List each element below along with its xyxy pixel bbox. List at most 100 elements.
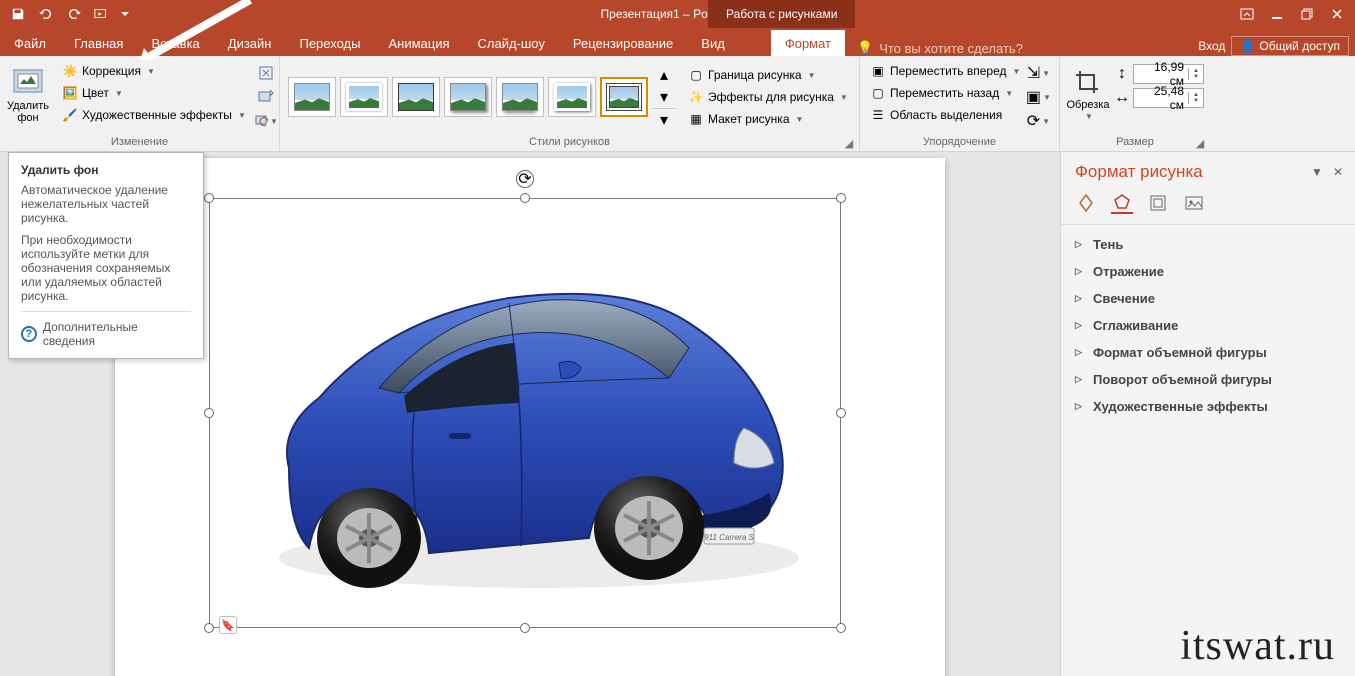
resize-handle-ne[interactable] (836, 193, 846, 203)
styles-more-button[interactable]: ▾ (652, 108, 676, 130)
section-soft-edges[interactable]: ▷Сглаживание (1061, 312, 1355, 339)
resize-handle-n[interactable] (520, 193, 530, 203)
artistic-icon: 🖌️ (62, 107, 78, 123)
size-properties-icon[interactable] (1147, 192, 1169, 214)
artistic-effects-button[interactable]: 🖌️ Художественные эффекты▼ (58, 104, 250, 126)
section-3d-format[interactable]: ▷Формат объемной фигуры (1061, 339, 1355, 366)
section-glow[interactable]: ▷Свечение (1061, 285, 1355, 312)
tell-me-search[interactable]: 💡 Что вы хотите сделать? (845, 40, 1035, 56)
tab-animations[interactable]: Анимация (374, 30, 463, 56)
resize-handle-e[interactable] (836, 408, 846, 418)
reset-icon (254, 113, 268, 129)
tab-slideshow[interactable]: Слайд-шоу (464, 30, 559, 56)
picture-style-5[interactable] (496, 77, 544, 117)
resize-handle-w[interactable] (204, 408, 214, 418)
section-reflection[interactable]: ▷Отражение (1061, 258, 1355, 285)
reset-picture-button[interactable]: ▼ (254, 110, 278, 132)
styles-scroll-down[interactable]: ▾ (652, 86, 676, 108)
section-3d-rotation[interactable]: ▷Поворот объемной фигуры (1061, 366, 1355, 393)
lightbulb-icon: 💡 (857, 40, 873, 56)
tab-review[interactable]: Рецензирование (559, 30, 687, 56)
picture-icon-tab[interactable] (1183, 192, 1205, 214)
close-icon[interactable] (1323, 3, 1351, 25)
picture-selection[interactable]: 911 Carrera S ⟳ (209, 198, 841, 628)
contextual-tab-label: Работа с рисунками (708, 0, 855, 28)
tab-file[interactable]: Файл (0, 30, 60, 56)
watermark-text: itswat.ru (1180, 622, 1335, 670)
start-from-beginning-icon[interactable] (90, 3, 114, 25)
redo-icon[interactable] (62, 3, 86, 25)
pane-close-icon[interactable]: ✕ (1333, 165, 1343, 179)
title-bar: Презентация1 – PowerPoint Работа с рисун… (0, 0, 1355, 28)
picture-border-button[interactable]: ▢Граница рисунка▼ (684, 64, 852, 86)
section-bookmark-icon[interactable]: 🔖 (219, 616, 237, 634)
compress-icon (258, 65, 274, 81)
size-dialog-launcher[interactable]: ◢ (1194, 137, 1206, 149)
picture-style-3[interactable] (392, 77, 440, 117)
compress-pictures-button[interactable] (254, 62, 278, 84)
picture-style-1[interactable] (288, 77, 336, 117)
group-label-size: Размер◢ (1060, 134, 1210, 151)
tab-format[interactable]: Формат (771, 30, 845, 56)
picture-effects-button[interactable]: ✨Эффекты для рисунка▼ (684, 86, 852, 108)
share-icon: 👤 (1240, 39, 1255, 53)
group-label-change: Изменение (0, 134, 279, 151)
restore-icon[interactable] (1293, 3, 1321, 25)
fill-line-icon[interactable] (1075, 192, 1097, 214)
align-button[interactable]: ⇲▼ (1026, 62, 1050, 84)
tab-home[interactable]: Главная (60, 30, 137, 56)
remove-background-button[interactable]: Удалить фон (6, 60, 50, 130)
height-input[interactable]: 16,99 см▲▼ (1133, 64, 1204, 84)
share-label: Общий доступ (1259, 39, 1340, 53)
tab-transitions[interactable]: Переходы (285, 30, 374, 56)
color-button[interactable]: 🖼️ Цвет▼ (58, 82, 250, 104)
picture-style-2[interactable] (340, 77, 388, 117)
effects-icon: ✨ (688, 89, 704, 105)
pane-options-icon[interactable]: ▼ (1311, 165, 1323, 179)
corrections-button[interactable]: ☀️ Коррекция▼ (58, 60, 250, 82)
change-picture-icon (258, 89, 274, 105)
resize-handle-sw[interactable] (204, 623, 214, 633)
bring-forward-button[interactable]: ▣Переместить вперед▼ (866, 60, 1024, 82)
group-button[interactable]: ▣▼ (1026, 86, 1050, 108)
tab-insert[interactable]: Вставка (137, 30, 213, 56)
rotate-button[interactable]: ⟳▼ (1026, 110, 1050, 132)
change-picture-button[interactable] (254, 86, 278, 108)
car-image[interactable]: 911 Carrera S (249, 228, 819, 628)
ribbon-display-options-icon[interactable] (1233, 3, 1261, 25)
share-button[interactable]: 👤 Общий доступ (1231, 36, 1349, 56)
tell-me-placeholder: Что вы хотите сделать? (879, 41, 1023, 56)
send-backward-button[interactable]: ▢Переместить назад▼ (866, 82, 1024, 104)
minimize-icon[interactable] (1263, 3, 1291, 25)
tab-view[interactable]: Вид (687, 30, 739, 56)
rotate-handle[interactable]: ⟳ (516, 170, 534, 188)
width-input[interactable]: 25,48 см▲▼ (1133, 88, 1204, 108)
resize-handle-s[interactable] (520, 623, 530, 633)
bring-forward-icon: ▣ (870, 63, 886, 79)
section-artistic-effects[interactable]: ▷Художественные эффекты (1061, 393, 1355, 420)
picture-layout-button[interactable]: ▦Макет рисунка▼ (684, 108, 852, 130)
ribbon: Удалить фон ☀️ Коррекция▼ 🖼️ Цвет▼ 🖌️ Ху… (0, 56, 1355, 152)
tooltip-text-2: При необходимости используйте метки для … (21, 233, 191, 303)
slide-canvas[interactable]: 911 Carrera S ⟳ 🔖 (115, 158, 945, 676)
section-shadow[interactable]: ▷Тень (1061, 231, 1355, 258)
picture-style-6[interactable] (548, 77, 596, 117)
resize-handle-nw[interactable] (204, 193, 214, 203)
picture-style-7[interactable] (600, 77, 648, 117)
signin-link[interactable]: Вход (1198, 39, 1225, 53)
picture-style-4[interactable] (444, 77, 492, 117)
qat-customize-icon[interactable] (118, 3, 132, 25)
resize-handle-se[interactable] (836, 623, 846, 633)
crop-button[interactable]: Обрезка ▼ (1066, 60, 1110, 130)
undo-icon[interactable] (34, 3, 58, 25)
styles-scroll-up[interactable]: ▴ (652, 64, 676, 86)
tooltip-more-info-link[interactable]: ? Дополнительные сведения (21, 311, 191, 348)
tab-design[interactable]: Дизайн (214, 30, 286, 56)
selection-pane-button[interactable]: ☰Область выделения (866, 104, 1024, 126)
help-icon: ? (21, 326, 37, 342)
save-icon[interactable] (6, 3, 30, 25)
layout-icon: ▦ (688, 111, 704, 127)
styles-dialog-launcher[interactable]: ◢ (843, 137, 855, 149)
effects-icon-tab[interactable] (1111, 192, 1133, 214)
window-controls (1233, 3, 1355, 25)
